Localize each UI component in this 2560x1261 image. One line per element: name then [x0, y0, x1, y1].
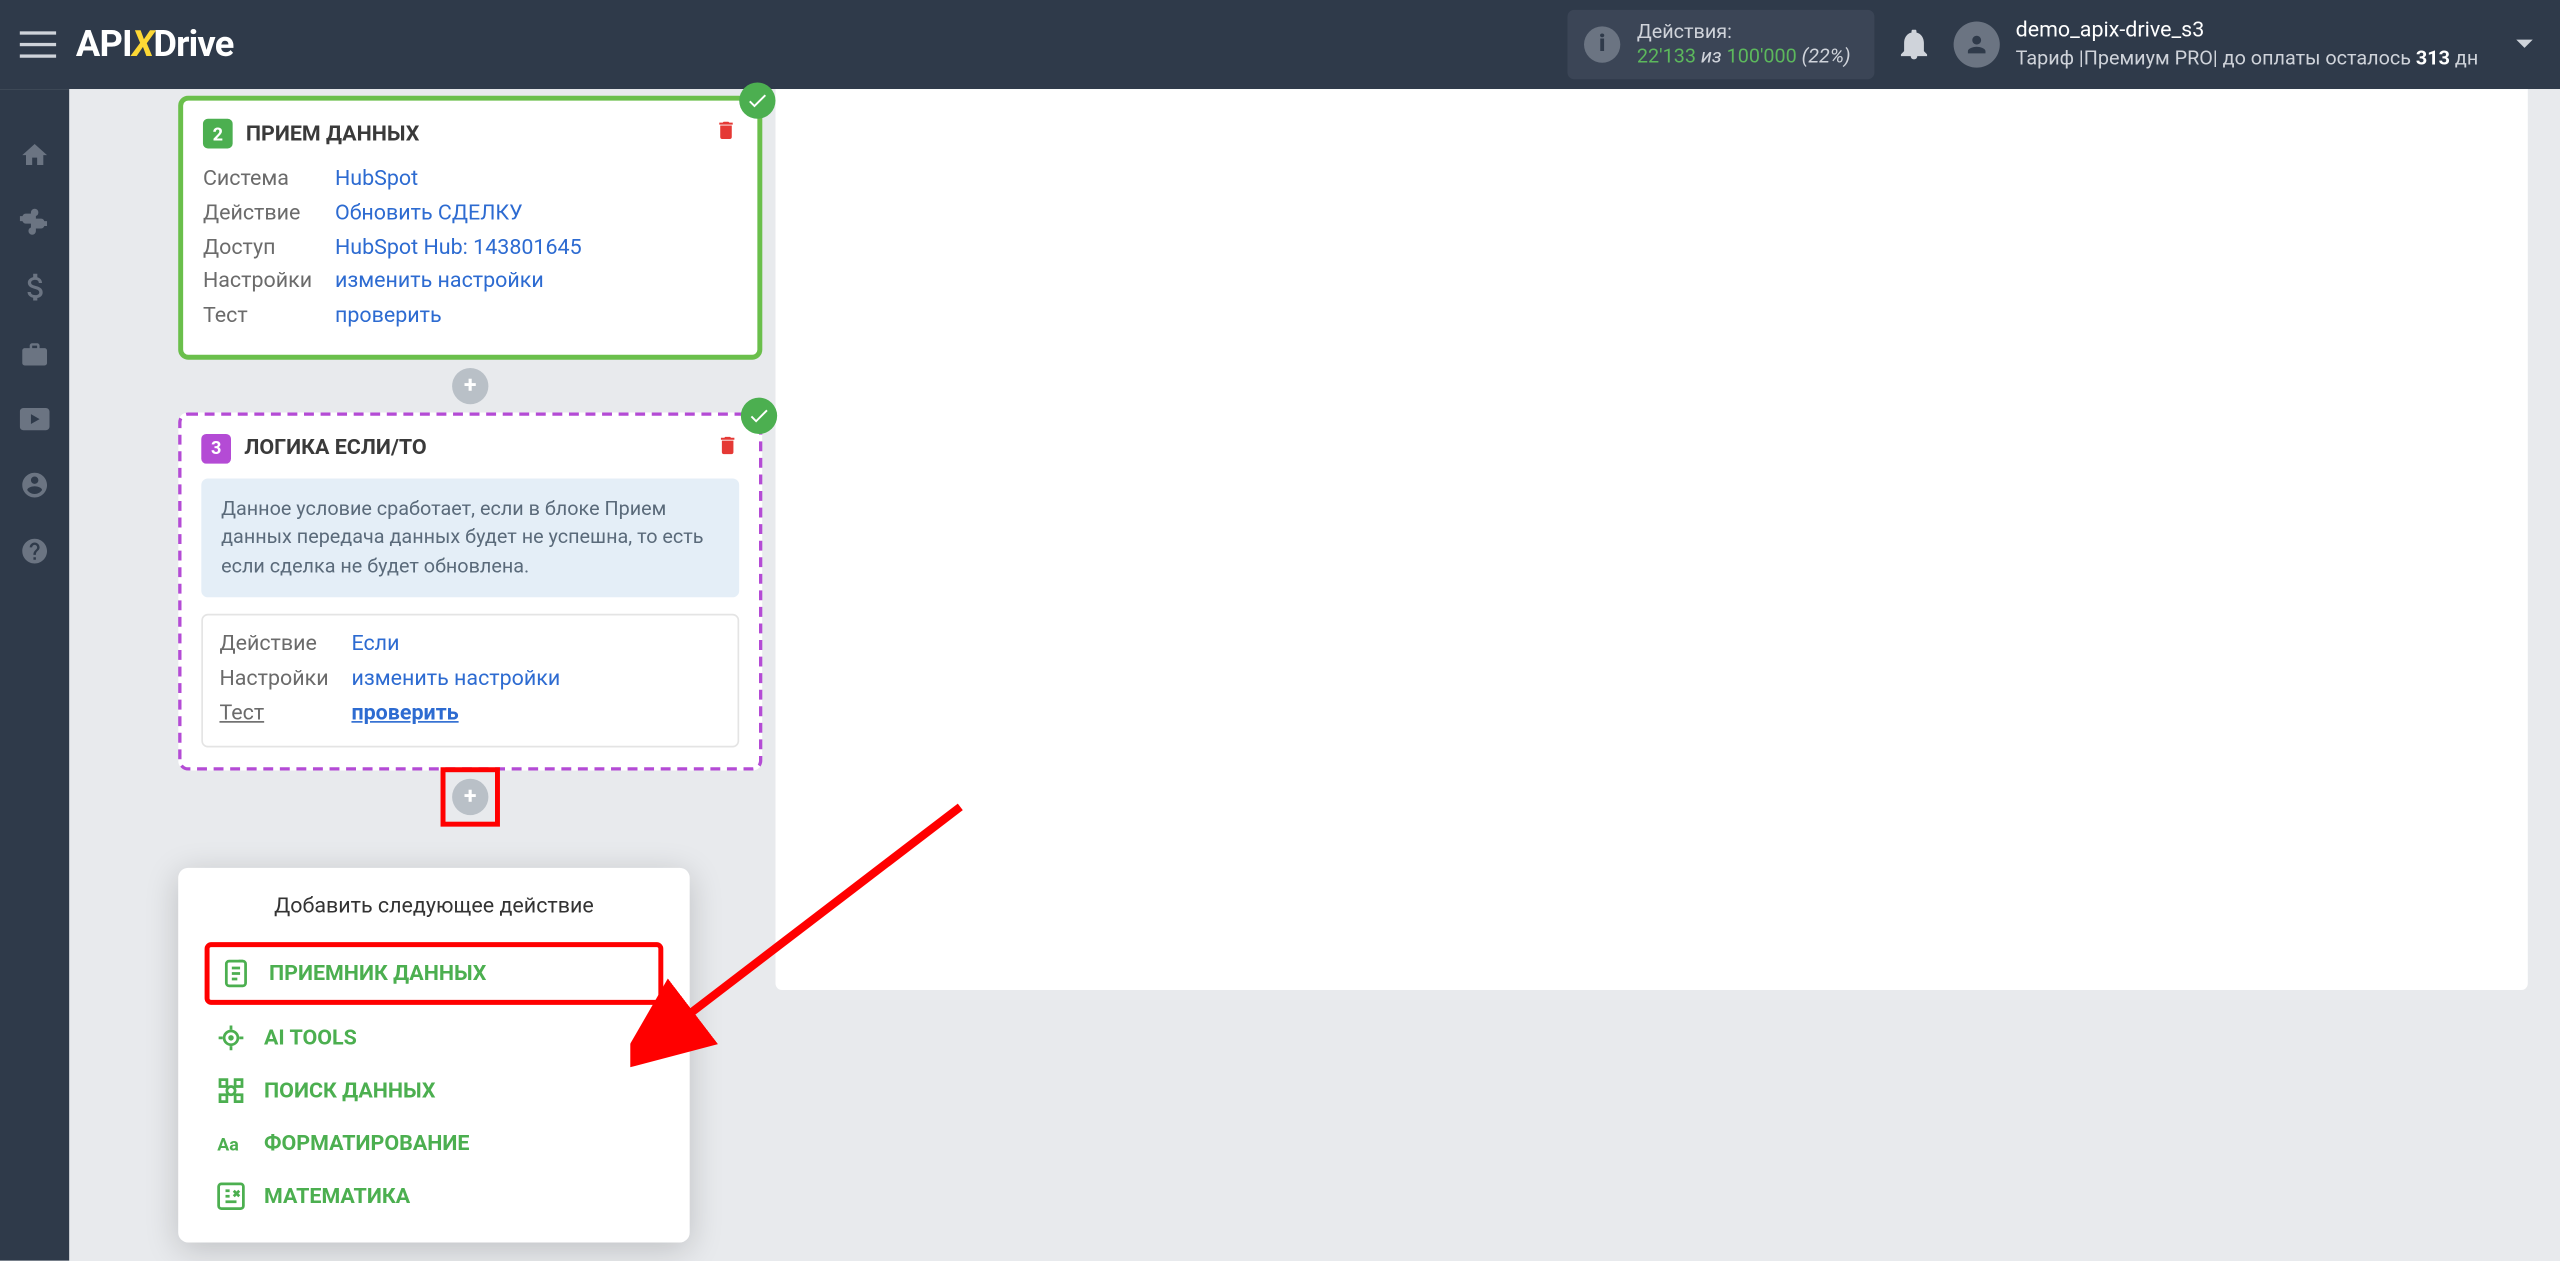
search-data-icon	[215, 1074, 248, 1107]
step-badge-2: 2	[203, 119, 233, 149]
main-area: 2 ПРИЕМ ДАННЫХ СистемаHubSpot ДействиеОб…	[69, 89, 2560, 1261]
block-receive-data: 2 ПРИЕМ ДАННЫХ СистемаHubSpot ДействиеОб…	[178, 96, 762, 360]
block2-action-label: Действие	[203, 198, 335, 232]
format-icon: Aa	[215, 1127, 248, 1160]
step-badge-3: 3	[201, 434, 231, 464]
ai-icon	[215, 1021, 248, 1054]
block2-test-value[interactable]: проверить	[335, 301, 442, 335]
block3-title: ЛОГИКА ЕСЛИ/ТО	[244, 436, 703, 461]
popup-option-math[interactable]: МАТЕМАТИКА	[205, 1170, 664, 1223]
check-icon	[739, 83, 775, 119]
sidebar-help[interactable]	[18, 535, 51, 568]
popup-option-search-label: ПОИСК ДАННЫХ	[264, 1078, 435, 1103]
actions-label: Действия:	[1637, 20, 1851, 45]
block2-access-label: Доступ	[203, 232, 335, 266]
sidebar-connections[interactable]	[18, 205, 51, 238]
sidebar-briefcase[interactable]	[18, 337, 51, 370]
popup-option-receiver-label: ПРИЕМНИК ДАННЫХ	[269, 961, 486, 986]
logo[interactable]: APIXDrive	[76, 24, 234, 65]
user-menu[interactable]: demo_apix-drive_s3 Тариф |Премиум PRO| д…	[1953, 19, 2541, 71]
popup-option-format[interactable]: Aa ФОРМАТИРОВАНИЕ	[205, 1117, 664, 1170]
check-icon-2	[741, 398, 777, 434]
popup-title: Добавить следующее действие	[205, 894, 664, 919]
notifications-bell[interactable]	[1890, 30, 1936, 60]
block3-params: ДействиеЕсли Настройкиизменить настройки…	[201, 614, 739, 747]
block2-settings-label: Настройки	[203, 266, 335, 300]
connector-2: +	[178, 770, 762, 823]
receiver-icon	[219, 957, 252, 990]
block2-action-value[interactable]: Обновить СДЕЛКУ	[335, 198, 523, 232]
sidebar-account[interactable]	[18, 469, 51, 502]
delete-block3-button[interactable]	[716, 432, 739, 465]
actions-counter-box[interactable]: i Действия: 22'133 из 100'000 (22%)	[1568, 10, 1874, 79]
block-logic-if: 3 ЛОГИКА ЕСЛИ/ТО Данное условие сработае…	[178, 412, 762, 769]
add-step-button-1[interactable]: +	[452, 368, 488, 404]
sidebar-billing[interactable]	[18, 271, 51, 304]
add-step-button-2[interactable]: +	[452, 778, 488, 814]
svg-text:Aa: Aa	[217, 1134, 239, 1155]
left-sidebar	[0, 89, 69, 1261]
math-icon	[215, 1180, 248, 1213]
block3-settings-value[interactable]: изменить настройки	[351, 663, 560, 697]
connector-1: +	[178, 360, 762, 413]
bell-icon	[1900, 30, 1926, 60]
sidebar-video[interactable]	[18, 403, 51, 436]
chevron-down-icon	[2515, 38, 2535, 51]
top-header: APIXDrive i Действия: 22'133 из 100'000 …	[0, 0, 2560, 89]
block2-test-label: Тест	[203, 301, 335, 335]
block2-access-value[interactable]: HubSpot Hub: 143801645	[335, 232, 582, 266]
logo-text-1: API	[76, 24, 132, 65]
logo-text-x: X	[132, 24, 154, 65]
workflow-column: 2 ПРИЕМ ДАННЫХ СистемаHubSpot ДействиеОб…	[69, 89, 762, 856]
popup-option-ai[interactable]: AI TOOLS	[205, 1011, 664, 1064]
right-content-panel	[776, 89, 2528, 990]
block3-test-value[interactable]: проверить	[351, 698, 458, 732]
actions-counter: 22'133 из 100'000 (22%)	[1637, 45, 1851, 70]
block2-title: ПРИЕМ ДАННЫХ	[246, 121, 701, 146]
block2-system-label: Система	[203, 163, 335, 197]
info-icon: i	[1584, 26, 1620, 62]
highlight-plus-box: +	[441, 767, 500, 826]
user-icon	[1963, 31, 1989, 57]
popup-option-ai-label: AI TOOLS	[264, 1025, 357, 1050]
block3-test-label: Тест	[219, 698, 351, 732]
menu-toggle[interactable]	[20, 26, 56, 62]
block3-description: Данное условие сработает, если в блоке П…	[201, 478, 739, 597]
block2-system-value[interactable]: HubSpot	[335, 163, 418, 197]
popup-option-format-label: ФОРМАТИРОВАНИЕ	[264, 1131, 469, 1156]
add-action-popup: Добавить следующее действие ПРИЕМНИК ДАН…	[178, 868, 690, 1243]
block3-action-label: Действие	[219, 629, 351, 663]
block3-settings-label: Настройки	[219, 663, 351, 697]
block2-settings-value[interactable]: изменить настройки	[335, 266, 544, 300]
logo-text-3: Drive	[153, 24, 233, 65]
popup-option-search[interactable]: ПОИСК ДАННЫХ	[205, 1064, 664, 1117]
delete-block2-button[interactable]	[714, 117, 737, 150]
tariff-info: Тариф |Премиум PRO| до оплаты осталось 3…	[2016, 46, 2479, 71]
block3-action-value[interactable]: Если	[351, 629, 399, 663]
username: demo_apix-drive_s3	[2016, 19, 2479, 46]
popup-option-receiver[interactable]: ПРИЕМНИК ДАННЫХ	[205, 942, 664, 1005]
popup-option-math-label: МАТЕМАТИКА	[264, 1184, 410, 1209]
avatar	[1953, 21, 1999, 67]
sidebar-home[interactable]	[18, 139, 51, 172]
